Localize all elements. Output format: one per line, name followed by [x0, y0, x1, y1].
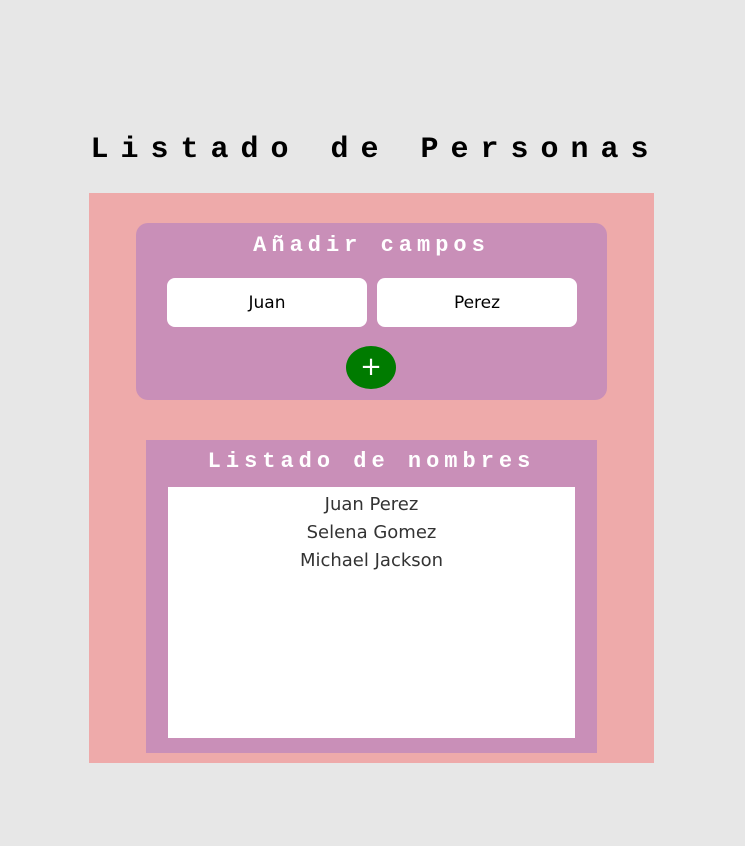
first-name-input[interactable]	[167, 278, 367, 327]
last-name-input[interactable]	[377, 278, 577, 327]
list-item: Michael Jackson	[299, 550, 444, 571]
names-list-card: Listado de nombres Juan Perez Selena Gom…	[146, 440, 597, 753]
names-list-title: Listado de nombres	[207, 449, 536, 474]
add-fields-title: Añadir campos	[253, 233, 490, 258]
page-title: Listado de Personas	[90, 133, 661, 167]
list-item: Selena Gomez	[306, 522, 437, 543]
list-item: Juan Perez	[324, 494, 419, 515]
main-panel: Añadir campos + Listado de nombres Juan …	[89, 193, 654, 763]
add-button[interactable]: +	[346, 346, 396, 389]
add-fields-card: Añadir campos +	[136, 223, 607, 400]
names-list: Juan Perez Selena Gomez Michael Jackson	[168, 487, 575, 575]
names-list-box: Juan Perez Selena Gomez Michael Jackson	[168, 487, 575, 738]
